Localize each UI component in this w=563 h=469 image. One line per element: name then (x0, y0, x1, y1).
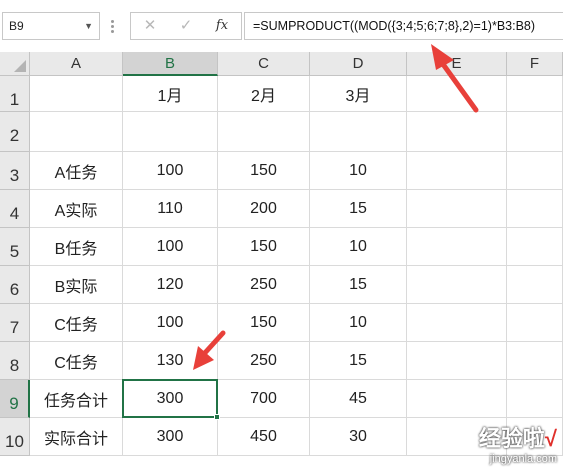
cell-a9[interactable]: 任务合计 (30, 380, 123, 418)
cell-c10[interactable]: 450 (218, 418, 310, 456)
cell-c5[interactable]: 150 (218, 228, 310, 266)
close-icon[interactable]: ✕ (139, 16, 161, 36)
cell-a8[interactable]: C任务 (30, 342, 123, 380)
cell-a6[interactable]: B实际 (30, 266, 123, 304)
cell-c1[interactable]: 2月 (218, 76, 310, 112)
row-header-8[interactable]: 8 (0, 342, 30, 380)
formula-input[interactable]: =SUMPRODUCT((MOD({3;4;5;6;7;8},2)=1)*B3:… (244, 12, 563, 40)
watermark: 经验啦√ jingyanla.com (479, 421, 557, 465)
formula-buttons: ✕ ✓ fx (130, 12, 242, 40)
cell-b1[interactable]: 1月 (123, 76, 218, 112)
cell-e9[interactable] (407, 380, 507, 418)
column-header-c[interactable]: C (218, 52, 310, 76)
row-header-4[interactable]: 4 (0, 190, 30, 228)
cell-f4[interactable] (507, 190, 563, 228)
cell-f3[interactable] (507, 152, 563, 190)
cell-e8[interactable] (407, 342, 507, 380)
cell-a4[interactable]: A实际 (30, 190, 123, 228)
check-icon[interactable]: ✓ (175, 16, 197, 36)
cell-b4[interactable]: 110 (123, 190, 218, 228)
column-header-b[interactable]: B (123, 52, 218, 76)
row-header-2[interactable]: 2 (0, 112, 30, 152)
cell-e3[interactable] (407, 152, 507, 190)
cell-b6[interactable]: 120 (123, 266, 218, 304)
cell-e7[interactable] (407, 304, 507, 342)
cell-b2[interactable] (123, 112, 218, 152)
cell-e2[interactable] (407, 112, 507, 152)
cell-f8[interactable] (507, 342, 563, 380)
fill-handle[interactable] (214, 414, 220, 420)
cell-d6[interactable]: 15 (310, 266, 407, 304)
cell-d7[interactable]: 10 (310, 304, 407, 342)
cell-c2[interactable] (218, 112, 310, 152)
cell-c8[interactable]: 250 (218, 342, 310, 380)
cell-d10[interactable]: 30 (310, 418, 407, 456)
cell-d5[interactable]: 10 (310, 228, 407, 266)
watermark-title: 经验啦 (478, 426, 545, 451)
cell-c6[interactable]: 250 (218, 266, 310, 304)
cell-b7[interactable]: 100 (123, 304, 218, 342)
row-header-3[interactable]: 3 (0, 152, 30, 190)
cell-b3[interactable]: 100 (123, 152, 218, 190)
cell-b8[interactable]: 130 (123, 342, 218, 380)
cell-c3[interactable]: 150 (218, 152, 310, 190)
cell-f6[interactable] (507, 266, 563, 304)
cell-c7[interactable]: 150 (218, 304, 310, 342)
column-header-a[interactable]: A (30, 52, 123, 76)
row-header-10[interactable]: 10 (0, 418, 30, 456)
cell-d9[interactable]: 45 (310, 380, 407, 418)
cell-c4[interactable]: 200 (218, 190, 310, 228)
column-header-d[interactable]: D (310, 52, 407, 76)
row-header-6[interactable]: 6 (0, 266, 30, 304)
row-header-7[interactable]: 7 (0, 304, 30, 342)
column-header-f[interactable]: F (507, 52, 563, 76)
cell-d8[interactable]: 15 (310, 342, 407, 380)
cell-d1[interactable]: 3月 (310, 76, 407, 112)
watermark-check-icon: √ (544, 426, 557, 451)
row-header-9[interactable]: 9 (0, 380, 30, 418)
name-box[interactable]: B9 ▼ (2, 12, 100, 40)
row-header-1[interactable]: 1 (0, 76, 30, 112)
insert-function-button[interactable]: fx (211, 16, 233, 36)
row-header-5[interactable]: 5 (0, 228, 30, 266)
cell-a3[interactable]: A任务 (30, 152, 123, 190)
cell-f7[interactable] (507, 304, 563, 342)
cell-a1[interactable] (30, 76, 123, 112)
cell-e6[interactable] (407, 266, 507, 304)
chevron-down-icon[interactable]: ▼ (84, 13, 93, 39)
active-cell-border (122, 379, 220, 420)
watermark-url: jingyanla.com (489, 453, 557, 465)
cell-f1[interactable] (507, 76, 563, 112)
cell-a10[interactable]: 实际合计 (30, 418, 123, 456)
formula-bar: B9 ▼ ✕ ✓ fx =SUMPRODUCT((MOD({3;4;5;6;7;… (0, 0, 563, 52)
formula-bar-splitter[interactable] (110, 18, 116, 34)
cell-a2[interactable] (30, 112, 123, 152)
cell-e1[interactable] (407, 76, 507, 112)
cell-d2[interactable] (310, 112, 407, 152)
cell-a5[interactable]: B任务 (30, 228, 123, 266)
cell-e5[interactable] (407, 228, 507, 266)
column-header-e[interactable]: E (407, 52, 507, 76)
select-all-button[interactable] (0, 52, 30, 76)
cell-a7[interactable]: C任务 (30, 304, 123, 342)
spreadsheet-grid: A B C D E F 1 1月 2月 3月 2 3 A任务 100 150 10 4 A实际 110 200 15 5 B… (0, 52, 563, 469)
cell-f5[interactable] (507, 228, 563, 266)
cell-f9[interactable] (507, 380, 563, 418)
cell-c9[interactable]: 700 (218, 380, 310, 418)
cell-f2[interactable] (507, 112, 563, 152)
cell-d4[interactable]: 15 (310, 190, 407, 228)
cell-b5[interactable]: 100 (123, 228, 218, 266)
cell-e4[interactable] (407, 190, 507, 228)
cell-d3[interactable]: 10 (310, 152, 407, 190)
name-box-value: B9 (9, 19, 24, 33)
cell-b10[interactable]: 300 (123, 418, 218, 456)
